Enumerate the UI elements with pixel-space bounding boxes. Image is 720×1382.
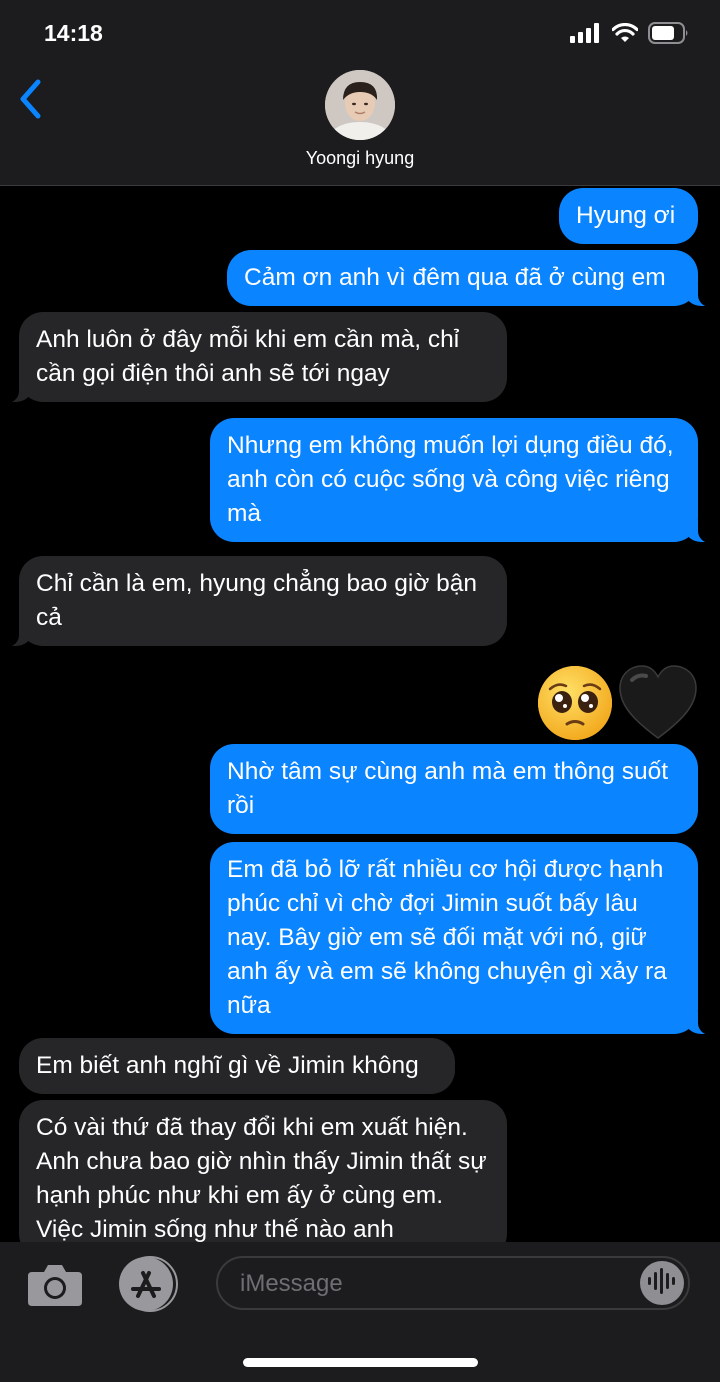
message-bubble-sent[interactable]: Em đã bỏ lỡ rất nhiều cơ hội được hạnh p…: [210, 842, 720, 1035]
pleading-face-emoji-icon: [536, 664, 614, 747]
message-bubble-received[interactable]: Chỉ cần là em, hyung chẳng bao giờ bận c…: [0, 556, 507, 647]
message-bubble-received[interactable]: Anh luôn ở đây mỗi khi em cần mà, chỉ cầ…: [0, 312, 507, 403]
message-bubble-sent[interactable]: Hyung ơi: [559, 188, 698, 244]
app-store-button[interactable]: [118, 1256, 178, 1312]
imessage-input[interactable]: [238, 1266, 642, 1302]
app-store-icon: [118, 1256, 178, 1316]
battery-icon: [648, 22, 690, 49]
message-bubble-received[interactable]: Em biết anh nghĩ gì về Jimin không: [19, 1038, 455, 1094]
status-bar: 14:18: [0, 0, 720, 70]
cellular-signal-icon: [570, 23, 602, 48]
compose-bar: [0, 1242, 720, 1382]
waveform-icon: [647, 1267, 677, 1299]
back-button[interactable]: [10, 76, 50, 126]
chevron-left-icon: [18, 79, 42, 124]
contact-name[interactable]: Yoongi hyung: [0, 148, 720, 169]
message-bubble-sent[interactable]: Cảm ơn anh vì đêm qua đã ở cùng em: [227, 250, 720, 307]
conversation-header: Yoongi hyung: [0, 70, 720, 186]
home-indicator[interactable]: [243, 1358, 478, 1367]
emoji-message[interactable]: [536, 664, 698, 747]
message-bubble-sent[interactable]: Nhờ tâm sự cùng anh mà em thông suốt rồi: [210, 744, 698, 834]
status-time: 14:18: [44, 20, 103, 46]
message-bubble-sent[interactable]: Nhưng em không muốn lợi dụng điều đó, an…: [210, 418, 720, 543]
message-thread[interactable]: Hyung ơi Cảm ơn anh vì đêm qua đã ở cùng…: [0, 186, 720, 1242]
message-bubble-received[interactable]: Có vài thứ đã thay đổi khi em xuất hiện.…: [19, 1100, 507, 1242]
imessage-field[interactable]: [216, 1256, 690, 1310]
audio-message-button[interactable]: [640, 1261, 684, 1305]
camera-icon: [26, 1265, 84, 1312]
camera-button[interactable]: [26, 1260, 84, 1308]
contact-avatar[interactable]: [325, 70, 395, 140]
status-icons: [570, 22, 690, 49]
black-heart-emoji-icon: [618, 664, 698, 747]
wifi-icon: [611, 22, 639, 48]
